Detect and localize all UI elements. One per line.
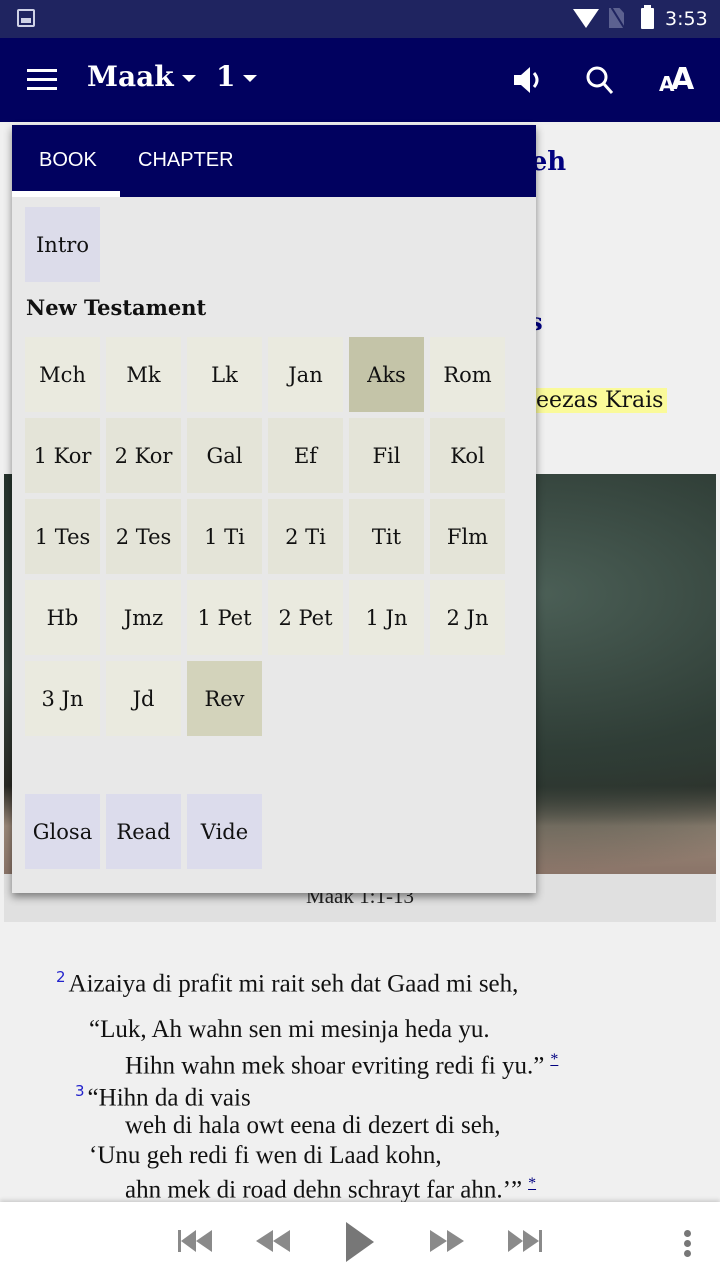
- book-button[interactable]: 2 Ti: [268, 499, 343, 574]
- verse-text: Aizaiya di prafit mi rait seh dat Gaad m…: [68, 970, 519, 998]
- selector-tabs: BOOK CHAPTER: [12, 125, 536, 197]
- verse-text: ‘Unu geh redi fi wen di Laad kohn,: [89, 1142, 442, 1169]
- verse-line: Hihn wahn mek shoar evriting redi fi yu.…: [125, 1051, 558, 1080]
- book-name: Maak: [87, 60, 174, 93]
- book-button[interactable]: 3 Jn: [25, 661, 100, 736]
- book-button[interactable]: Ef: [268, 418, 343, 493]
- book-button[interactable]: Fil: [349, 418, 424, 493]
- verse-line: 3 “Hihn da di vais: [75, 1082, 251, 1112]
- book-button[interactable]: Kol: [430, 418, 505, 493]
- extra-button-read[interactable]: Read: [106, 794, 181, 869]
- tab-chapter[interactable]: CHAPTER: [138, 149, 234, 172]
- verse-line: 2 Aizaiya di prafit mi rait seh dat Gaad …: [56, 968, 518, 998]
- clock: 3:53: [665, 8, 708, 30]
- chevron-down-icon: [181, 75, 196, 82]
- footnote-link[interactable]: *: [528, 1175, 536, 1192]
- book-button[interactable]: 1 Pet: [187, 580, 262, 655]
- book-button[interactable]: Rev: [187, 661, 262, 736]
- book-button[interactable]: Flm: [430, 499, 505, 574]
- overflow-menu-icon[interactable]: [684, 1230, 692, 1257]
- menu-icon[interactable]: [27, 69, 57, 91]
- book-button[interactable]: Hb: [25, 580, 100, 655]
- book-button[interactable]: Tit: [349, 499, 424, 574]
- verse-text: ahn mek di road dehn schrayt far ahn.’”: [125, 1176, 523, 1204]
- book-button[interactable]: Rom: [430, 337, 505, 412]
- book-button[interactable]: Jan: [268, 337, 343, 412]
- book-button[interactable]: Mk: [106, 337, 181, 412]
- gallery-notification-icon: [17, 9, 35, 27]
- footnote-link[interactable]: *: [550, 1051, 558, 1068]
- book-button[interactable]: 2 Kor: [106, 418, 181, 493]
- search-icon[interactable]: [583, 60, 617, 100]
- tab-book[interactable]: BOOK: [39, 149, 97, 172]
- verse-text: “Hihn da di vais: [87, 1084, 251, 1112]
- selected-tab-indicator: [12, 191, 120, 197]
- book-button[interactable]: 1 Ti: [187, 499, 262, 574]
- status-bar: 3:53: [0, 0, 720, 38]
- verse-line: ahn mek di road dehn schrayt far ahn.’” *: [125, 1175, 536, 1204]
- book-button[interactable]: 1 Kor: [25, 418, 100, 493]
- chapter-selector[interactable]: 1: [216, 60, 258, 93]
- book-button[interactable]: Jmz: [106, 580, 181, 655]
- book-button[interactable]: Gal: [187, 418, 262, 493]
- book-button-intro[interactable]: Intro: [25, 207, 100, 282]
- extra-button-vide[interactable]: Vide: [187, 794, 262, 869]
- play-icon[interactable]: [344, 1220, 376, 1264]
- verse-number: 3: [75, 1082, 85, 1100]
- audio-player-bar: [0, 1202, 720, 1280]
- book-button[interactable]: 2 Pet: [268, 580, 343, 655]
- skip-to-start-icon[interactable]: [177, 1224, 213, 1258]
- book-button[interactable]: 2 Jn: [430, 580, 505, 655]
- chevron-down-icon: [243, 75, 258, 82]
- verse-text: weh di hala owt eena di dezert di seh,: [125, 1112, 501, 1139]
- fast-forward-icon[interactable]: [429, 1224, 465, 1258]
- skip-to-end-icon[interactable]: [507, 1224, 543, 1258]
- book-button[interactable]: Jd: [106, 661, 181, 736]
- verse-line: “Luk, Ah wahn sen mi mesinja heda yu.: [89, 1016, 490, 1044]
- book-button[interactable]: Aks: [349, 337, 424, 412]
- app-toolbar: Maak 1 A A: [0, 38, 720, 122]
- book-button[interactable]: 1 Jn: [349, 580, 424, 655]
- section-label: New Testament: [26, 295, 207, 320]
- font-size-icon[interactable]: A A: [659, 60, 699, 100]
- chapter-number: 1: [216, 60, 236, 93]
- verse-line: weh di hala owt eena di dezert di seh,: [125, 1112, 501, 1140]
- speaker-icon[interactable]: [511, 60, 545, 100]
- rewind-icon[interactable]: [255, 1224, 291, 1258]
- verse-text: Hihn wahn mek shoar evriting redi fi yu.…: [125, 1052, 545, 1080]
- battery-icon: [641, 5, 654, 29]
- verse-text: “Luk, Ah wahn sen mi mesinja heda yu.: [89, 1016, 490, 1043]
- no-sim-icon: [609, 8, 624, 28]
- extra-button-glosa[interactable]: Glosa: [25, 794, 100, 869]
- book-selector-panel: BOOK CHAPTER Intro New Testament Mch Mk Lk…: [12, 125, 536, 893]
- book-button[interactable]: 2 Tes: [106, 499, 181, 574]
- book-button[interactable]: 1 Tes: [25, 499, 100, 574]
- verse-number: 2: [56, 968, 66, 986]
- verse-line: ‘Unu geh redi fi wen di Laad kohn,: [89, 1142, 442, 1170]
- wifi-icon: [573, 9, 599, 28]
- book-button[interactable]: Mch: [25, 337, 100, 412]
- book-button[interactable]: Lk: [187, 337, 262, 412]
- book-selector[interactable]: Maak: [87, 60, 196, 93]
